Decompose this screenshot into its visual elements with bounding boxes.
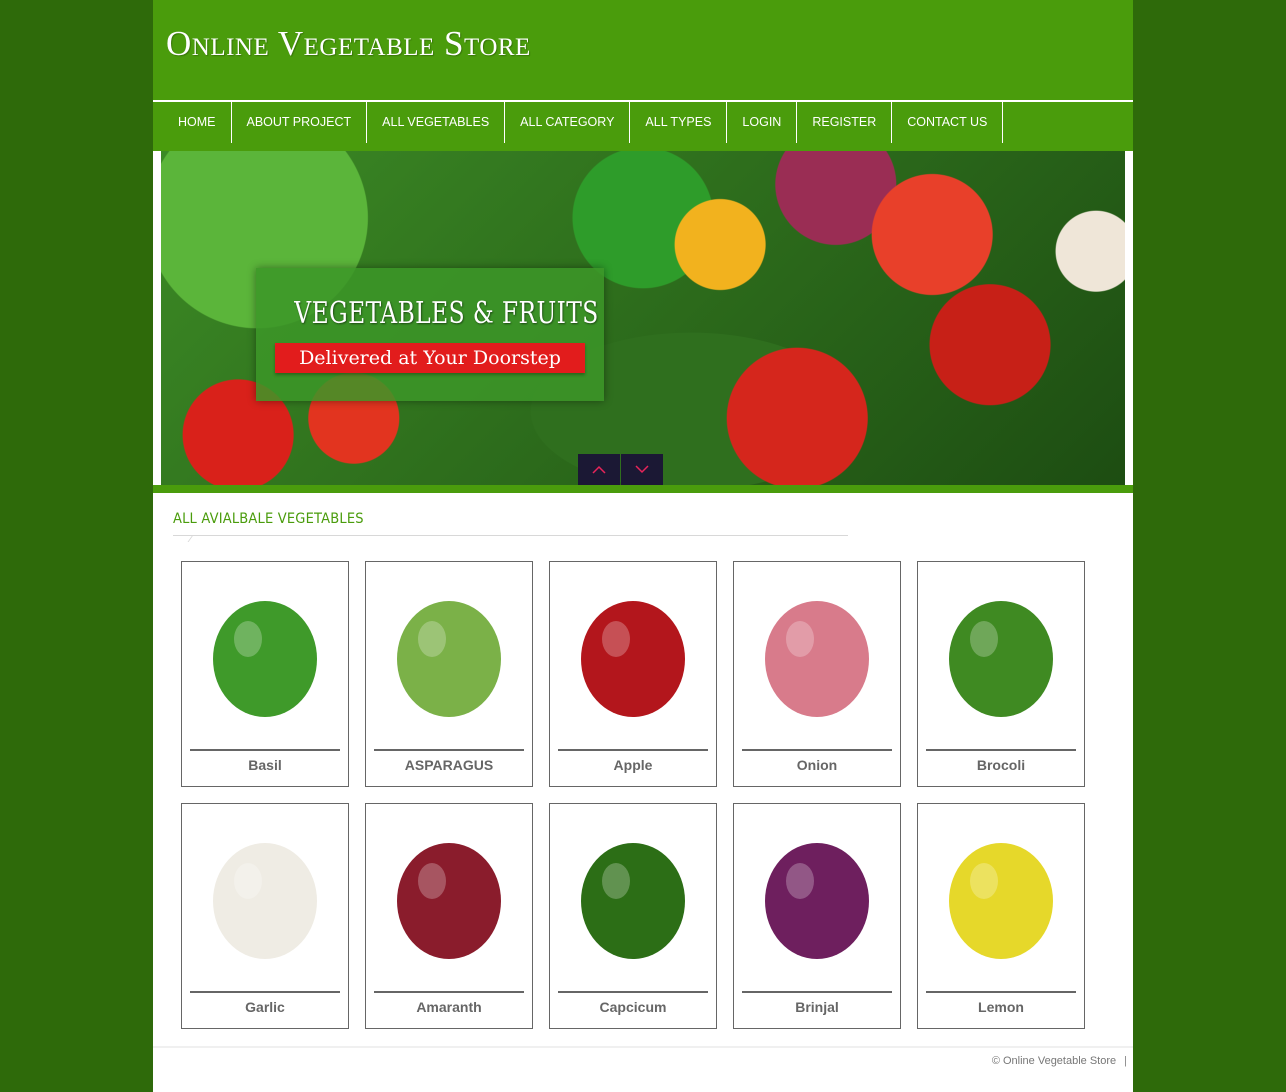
product-name[interactable]: Basil xyxy=(182,757,348,773)
product-card[interactable]: Onion xyxy=(733,561,901,787)
slider-prev-button[interactable] xyxy=(578,454,620,485)
product-name[interactable]: Onion xyxy=(734,757,900,773)
title-notch xyxy=(180,535,194,542)
footer-divider xyxy=(153,1046,1133,1048)
copyright-text: © Online Vegetable Store xyxy=(991,1055,1117,1067)
footer: © Online Vegetable Store | xyxy=(992,1055,1127,1067)
header: Online Vegetable Store xyxy=(153,0,1133,100)
banner-caption: VEGETABLES & FRUITS Delivered at Your Do… xyxy=(256,268,604,401)
product-image[interactable] xyxy=(374,812,524,990)
product-name[interactable]: ASPARAGUS xyxy=(366,757,532,773)
nav-all-category[interactable]: ALL CATEGORY xyxy=(505,102,631,143)
hero-banner: VEGETABLES & FRUITS Delivered at Your Do… xyxy=(161,151,1125,485)
section-title: ALL AVIALBALE VEGETABLES xyxy=(173,511,364,527)
product-card[interactable]: Capcicum xyxy=(549,803,717,1029)
product-image[interactable] xyxy=(742,570,892,748)
product-image[interactable] xyxy=(558,570,708,748)
product-name[interactable]: Brinjal xyxy=(734,999,900,1015)
product-image[interactable] xyxy=(374,570,524,748)
chevron-up-icon xyxy=(592,465,606,474)
nav-home[interactable]: HOME xyxy=(163,102,232,143)
product-image[interactable] xyxy=(742,812,892,990)
product-card[interactable]: Basil xyxy=(181,561,349,787)
product-image[interactable] xyxy=(926,570,1076,748)
slider-next-button[interactable] xyxy=(621,454,663,485)
page: Online Vegetable Store HOME ABOUT PROJEC… xyxy=(153,0,1133,1092)
product-name[interactable]: Apple xyxy=(550,757,716,773)
product-card[interactable]: Amaranth xyxy=(365,803,533,1029)
chevron-down-icon xyxy=(635,465,649,474)
nav-all-vegetables[interactable]: ALL VEGETABLES xyxy=(367,102,506,143)
card-divider xyxy=(926,991,1076,993)
nav-about-project[interactable]: ABOUT PROJECT xyxy=(232,102,368,143)
card-divider xyxy=(190,749,340,751)
banner-subline: Delivered at Your Doorstep xyxy=(275,343,585,373)
product-card[interactable]: Garlic xyxy=(181,803,349,1029)
card-divider xyxy=(374,749,524,751)
product-image[interactable] xyxy=(190,812,340,990)
product-card[interactable]: Brinjal xyxy=(733,803,901,1029)
product-name[interactable]: Amaranth xyxy=(366,999,532,1015)
product-name[interactable]: Capcicum xyxy=(550,999,716,1015)
slider-controls xyxy=(578,454,663,485)
card-divider xyxy=(742,749,892,751)
product-card[interactable]: Apple xyxy=(549,561,717,787)
product-card[interactable]: Brocoli xyxy=(917,561,1085,787)
product-image[interactable] xyxy=(190,570,340,748)
product-grid: Basil ASPARAGUS Apple Onion Brocoli Garlic Ama… xyxy=(181,561,1085,1029)
nav-login[interactable]: LOGIN xyxy=(727,102,798,143)
product-name[interactable]: Garlic xyxy=(182,999,348,1015)
product-image[interactable] xyxy=(558,812,708,990)
main-nav: HOME ABOUT PROJECT ALL VEGETABLES ALL CA… xyxy=(153,100,1133,151)
card-divider xyxy=(558,991,708,993)
card-divider xyxy=(742,991,892,993)
title-underline xyxy=(173,535,848,536)
banner-headline: VEGETABLES & FRUITS xyxy=(294,296,599,331)
card-divider xyxy=(374,991,524,993)
footer-separator: | xyxy=(1124,1055,1127,1067)
product-card[interactable]: ASPARAGUS xyxy=(365,561,533,787)
card-divider xyxy=(558,749,708,751)
product-name[interactable]: Brocoli xyxy=(918,757,1084,773)
card-divider xyxy=(190,991,340,993)
product-name[interactable]: Lemon xyxy=(918,999,1084,1015)
nav-all-types[interactable]: ALL TYPES xyxy=(630,102,728,143)
section-divider xyxy=(153,485,1133,493)
nav-register[interactable]: REGISTER xyxy=(797,102,893,143)
product-card[interactable]: Lemon xyxy=(917,803,1085,1029)
product-image[interactable] xyxy=(926,812,1076,990)
card-divider xyxy=(926,749,1076,751)
site-title[interactable]: Online Vegetable Store xyxy=(166,24,531,64)
nav-contact-us[interactable]: CONTACT US xyxy=(892,102,1004,143)
